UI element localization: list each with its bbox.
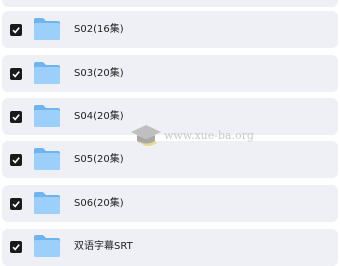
check-icon — [12, 201, 20, 208]
check-icon — [12, 71, 20, 78]
folder-name: S06(20集) — [74, 198, 124, 209]
folder-name: S05(20集) — [74, 154, 124, 165]
check-icon — [12, 244, 20, 251]
check-icon — [12, 27, 20, 34]
list-item-s06[interactable]: S06(20集) — [2, 185, 338, 222]
folder-icon — [34, 192, 60, 214]
check-icon — [12, 114, 20, 121]
checkbox[interactable] — [10, 68, 22, 80]
folder-icon — [34, 105, 60, 127]
folder-name: S02(16集) — [74, 24, 124, 35]
folder-name: 双语字幕SRT — [74, 241, 133, 252]
checkbox[interactable] — [10, 198, 22, 210]
list-item-s03[interactable]: S03(20集) — [2, 55, 338, 92]
checkbox[interactable] — [10, 241, 22, 253]
checkbox[interactable] — [10, 24, 22, 36]
folder-name: S04(20集) — [74, 111, 124, 122]
list-item-subtitles[interactable]: 双语字幕SRT — [2, 229, 338, 266]
list-item[interactable] — [2, 0, 338, 7]
folder-name: S03(20集) — [74, 68, 124, 79]
graduation-cap-icon — [131, 125, 161, 147]
check-icon — [12, 157, 20, 164]
folder-icon — [34, 18, 60, 40]
watermark: www.xue-ba.org — [130, 122, 270, 150]
list-item-s02[interactable]: S02(16集) — [2, 11, 338, 48]
folder-icon — [34, 62, 60, 84]
checkbox[interactable] — [10, 111, 22, 123]
folder-icon — [34, 235, 60, 257]
watermark-text: www.xue-ba.org — [164, 129, 254, 142]
checkbox[interactable] — [10, 154, 22, 166]
folder-icon — [34, 148, 60, 170]
